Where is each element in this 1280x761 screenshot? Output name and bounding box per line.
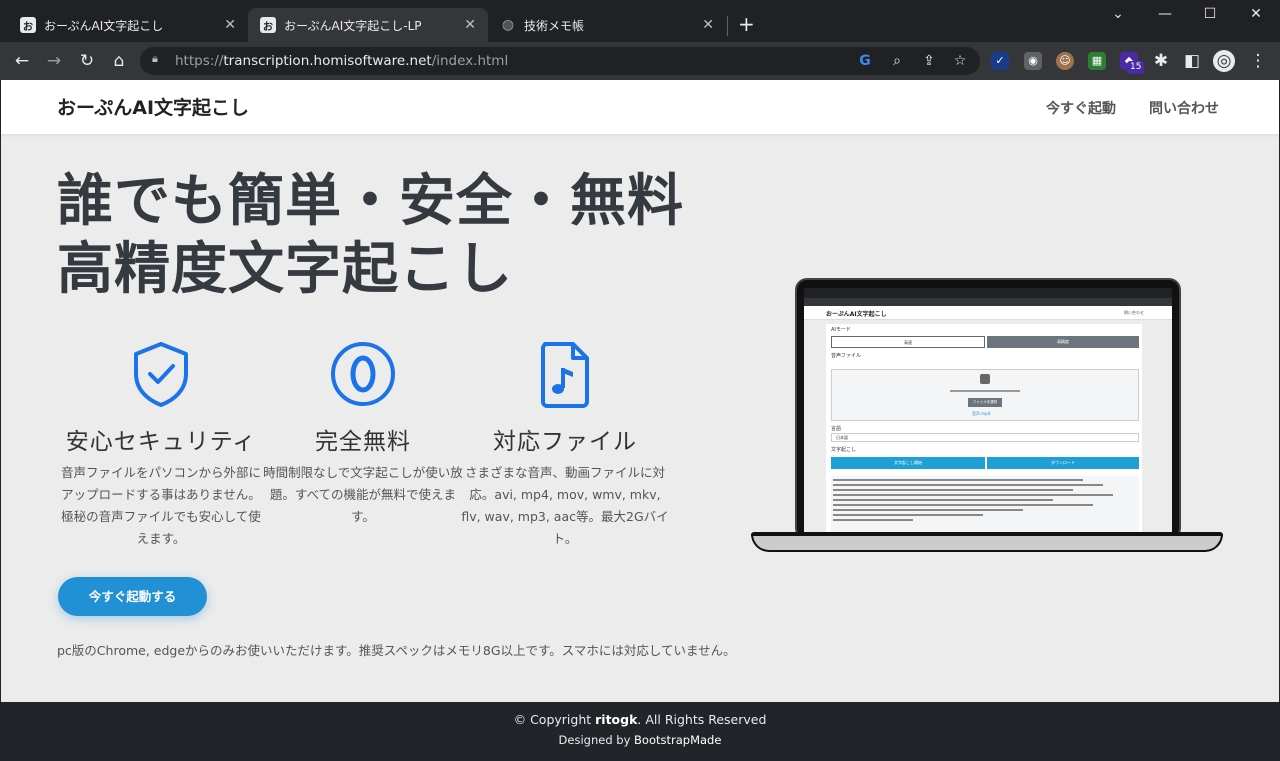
color-picker-icon[interactable]: ▦ <box>1088 52 1106 70</box>
hero-title-line-2: 高精度文字起こし <box>57 237 513 302</box>
close-tab-icon[interactable]: ✕ <box>702 17 714 33</box>
laptop-lid: おーぷんAI文字起こし 問い合わせ AIモード 高速 高精度 音声ファイル ファ… <box>795 278 1181 540</box>
close-window-icon[interactable]: ✕ <box>1241 6 1271 22</box>
new-tab-icon[interactable]: + <box>738 14 755 34</box>
bootstrapmade-link[interactable]: BootstrapMade <box>634 733 721 747</box>
globe-icon: ◍ <box>501 17 515 33</box>
shield-check-icon <box>51 340 271 408</box>
laptop-base <box>751 534 1223 552</box>
footer-copyright: © Copyright ritogk. All Rights Reserved <box>513 712 767 727</box>
google-icon[interactable]: G <box>855 51 875 71</box>
feature-description: 音声ファイルをパソコンから外部にアップロードする事はありません。極秘の音声ファイ… <box>60 465 261 546</box>
app-favicon-icon: お <box>260 17 276 33</box>
mockup-ai-mode-label: AIモード <box>831 327 851 333</box>
nav-contact-link[interactable]: 問い合わせ <box>1149 98 1219 118</box>
laptop-mockup-image: おーぷんAI文字起こし 問い合わせ AIモード 高速 高精度 音声ファイル ファ… <box>751 278 1223 554</box>
mockup-download-button: ダウンロード <box>987 457 1139 469</box>
bookmark-star-icon[interactable]: ☆ <box>950 51 970 71</box>
forward-icon[interactable]: → <box>43 50 65 72</box>
feature-title: 対応ファイル <box>493 429 637 455</box>
maximize-icon[interactable]: ☐ <box>1195 6 1225 22</box>
lock-icon: 🔒︎ <box>152 52 158 65</box>
browser-tab-2[interactable]: お おーぷんAI文字起こし-LP ✕ <box>248 8 488 42</box>
extension-check-icon[interactable]: ✓ <box>991 52 1009 70</box>
hero-title-line-1: 誰でも簡単・安全・無料 <box>57 169 684 234</box>
minimize-icon[interactable]: — <box>1150 6 1180 22</box>
web-page: おーぷんAI文字起こし 今すぐ起動 問い合わせ 誰でも簡単・安全・無料 高精度文… <box>1 80 1279 761</box>
home-icon[interactable]: ⌂ <box>108 50 130 72</box>
hero-title: 誰でも簡単・安全・無料 高精度文字起こし <box>57 168 684 304</box>
tab-divider <box>727 16 728 36</box>
close-tab-icon[interactable]: ✕ <box>464 17 476 33</box>
laptop-screen: おーぷんAI文字起こし 問い合わせ AIモード 高速 高精度 音声ファイル ファ… <box>804 288 1172 532</box>
feature-description: 時間制限なしで文字起こしが使い放題。すべての機能が無料で使えます。 <box>263 465 463 524</box>
mockup-start-button: 文字起こし開始 <box>831 457 985 469</box>
extensions-puzzle-icon[interactable]: ✱ <box>1150 50 1172 72</box>
nav-launch-link[interactable]: 今すぐ起動 <box>1046 98 1116 118</box>
menu-kebab-icon[interactable]: ⋮ <box>1247 50 1269 72</box>
side-panel-icon[interactable]: ◧ <box>1181 50 1203 72</box>
address-bar[interactable]: 🔒︎ https://transcription.homisoftware.ne… <box>140 47 980 75</box>
browser-tabstrip: お おーぷんAI文字起こし ✕ お おーぷんAI文字起こし-LP ✕ ◍ 技術メ… <box>0 0 1280 42</box>
back-icon[interactable]: ← <box>11 50 33 72</box>
close-tab-icon[interactable]: ✕ <box>224 17 236 33</box>
camera-icon[interactable]: ◉ <box>1024 52 1042 70</box>
tab-label: おーぷんAI文字起こし <box>44 18 164 33</box>
feature-title: 安心セキュリティ <box>65 429 257 455</box>
extension-count-badge: 15 <box>1127 61 1145 74</box>
feature-security: 安心セキュリティ 音声ファイルをパソコンから外部にアップロードする事はありません… <box>51 340 271 550</box>
mockup-upload-button: ファイルを選択 <box>968 398 1002 407</box>
feature-free: 完全無料 時間制限なしで文字起こしが使い放題。すべての機能が無料で使えます。 <box>253 340 473 528</box>
mockup-language-label: 言語 <box>831 426 842 432</box>
tab-label: おーぷんAI文字起こし-LP <box>284 18 422 33</box>
feature-description: さまざまな音声、動画ファイルに対応。avi, mp4, mov, wmv, mk… <box>461 465 669 546</box>
profile-avatar-icon[interactable]: ◎ <box>1213 50 1235 72</box>
reload-icon[interactable]: ↻ <box>76 50 98 72</box>
mockup-file-name: 音声.mp4 <box>972 411 991 416</box>
zero-circle-icon <box>253 340 473 408</box>
launch-button[interactable]: 今すぐ起動する <box>58 577 207 616</box>
compatibility-note: pc版のChrome, edgeからのみお使いいただけます。推奨スペックはメモリ… <box>57 643 736 658</box>
feature-title: 完全無料 <box>315 429 411 455</box>
site-footer: © Copyright ritogk. All Rights Reserved … <box>1 702 1279 761</box>
mockup-dropzone: ファイルを選択 音声.mp4 <box>831 369 1139 421</box>
app-favicon-icon: お <box>20 17 36 33</box>
tab-label: 技術メモ帳 <box>524 18 585 33</box>
browser-tab-1[interactable]: お おーぷんAI文字起こし ✕ <box>8 8 248 42</box>
browser-tab-3[interactable]: ◍ 技術メモ帳 ✕ <box>488 8 726 42</box>
tab-search-icon[interactable]: ⌄ <box>1103 6 1133 22</box>
mockup-transcript-area <box>831 476 1139 532</box>
site-navbar: おーぷんAI文字起こし 今すぐ起動 問い合わせ <box>1 80 1279 134</box>
mockup-brand: おーぷんAI文字起こし <box>826 311 887 318</box>
mockup-mode-fast: 高速 <box>831 336 985 348</box>
mockup-audio-label: 音声ファイル <box>831 353 862 359</box>
url-text: https://transcription.homisoftware.net/i… <box>175 53 509 69</box>
music-file-icon <box>455 340 675 408</box>
feature-file-support: 対応ファイル さまざまな音声、動画ファイルに対応。avi, mp4, mov, … <box>455 340 675 550</box>
zoom-icon[interactable]: ⌕ <box>887 51 907 71</box>
site-brand[interactable]: おーぷんAI文字起こし <box>57 93 249 120</box>
share-icon[interactable]: ⇪ <box>919 51 939 71</box>
mockup-language-select: 日本語 <box>831 433 1139 442</box>
mockup-link: 問い合わせ <box>1124 310 1144 315</box>
mockup-transcript-label: 文字起こし <box>831 447 857 453</box>
avatar-extension-icon[interactable]: ☺ <box>1056 52 1074 70</box>
browser-toolbar: ← → ↻ ⌂ 🔒︎ https://transcription.homisof… <box>0 42 1280 80</box>
mockup-card: AIモード 高速 高精度 音声ファイル ファイルを選択 音声.mp4 言語 日本… <box>826 324 1142 532</box>
mockup-mode-accurate: 高精度 <box>987 336 1139 348</box>
footer-designed-by: Designed by BootstrapMade <box>558 733 722 747</box>
